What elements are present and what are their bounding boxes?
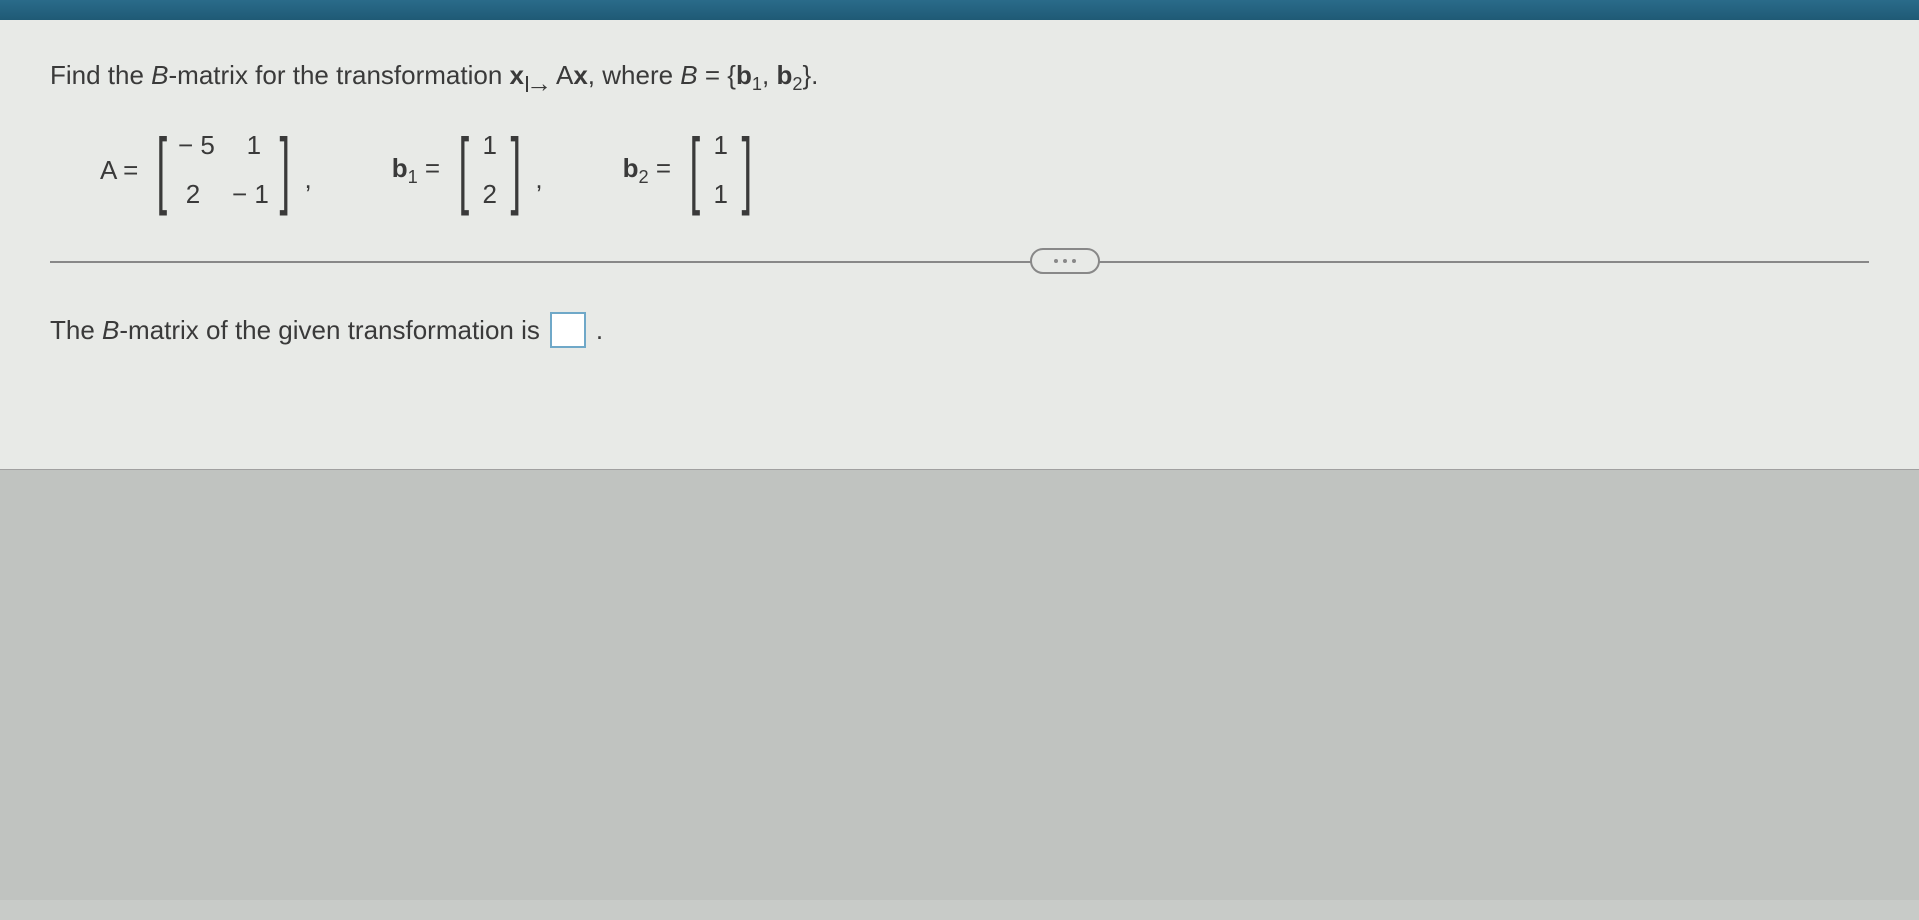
subscript: 2 xyxy=(792,74,802,94)
answer-prompt: The B-matrix of the given transformation… xyxy=(50,312,1869,348)
equals: = xyxy=(649,153,671,183)
text: = { xyxy=(698,60,736,90)
text: The xyxy=(50,315,102,345)
text: , where xyxy=(588,60,681,90)
question-prompt: Find the B-matrix for the transformation… xyxy=(50,60,1869,95)
vector-b: b xyxy=(736,60,752,90)
vector-content: 1 1 xyxy=(707,130,735,210)
vector-label: b1 = xyxy=(392,153,440,188)
vector-cell: 1 xyxy=(480,130,500,161)
separator: , xyxy=(304,164,311,210)
divider xyxy=(50,260,1869,262)
text: A xyxy=(556,60,573,90)
vector-cell: 1 xyxy=(711,130,731,161)
variable-B: B xyxy=(680,60,697,90)
matrix-A: A = [ − 5 1 2 − 1 ] , xyxy=(100,130,312,210)
answer-input[interactable] xyxy=(550,312,586,348)
separator: , xyxy=(535,164,542,210)
text: . xyxy=(596,315,603,346)
vector-cell: 2 xyxy=(480,179,500,210)
right-bracket-icon: ] xyxy=(510,134,521,206)
dot-icon xyxy=(1054,259,1058,263)
text: Find the xyxy=(50,60,151,90)
vector-label: b2 = xyxy=(623,153,671,188)
matrix-content: − 5 1 2 − 1 xyxy=(174,130,273,210)
text: -matrix for the transformation xyxy=(169,60,510,90)
matrix-label: A = xyxy=(100,155,138,186)
text: -matrix of the given transformation is xyxy=(119,315,540,345)
matrix-cell: − 5 xyxy=(178,130,215,161)
matrix-cell: 1 xyxy=(239,130,269,161)
left-bracket-icon: [ xyxy=(690,134,701,206)
window-title-bar xyxy=(0,0,1919,20)
vector-x: x xyxy=(510,60,524,90)
question-panel: Find the B-matrix for the transformation… xyxy=(0,20,1919,470)
math-definitions: A = [ − 5 1 2 − 1 ] , b1 = [ 1 xyxy=(100,130,1869,210)
vector-b: b xyxy=(776,60,792,90)
left-bracket-icon: [ xyxy=(157,134,168,206)
divider-line xyxy=(50,261,1869,263)
right-bracket-icon: ] xyxy=(741,134,752,206)
matrix-cell: 2 xyxy=(178,179,208,210)
dot-icon xyxy=(1072,259,1076,263)
text: The B-matrix of the given transformation… xyxy=(50,315,540,346)
vector-b: b xyxy=(392,153,408,183)
text: , xyxy=(762,60,776,90)
vector-b1: b1 = [ 1 2 ] , xyxy=(392,130,543,210)
text: }. xyxy=(802,60,818,90)
vector-b2: b2 = [ 1 1 ] xyxy=(623,130,759,210)
matrix-row: 2 − 1 xyxy=(178,179,269,210)
more-button[interactable] xyxy=(1030,248,1100,274)
subscript: 2 xyxy=(639,167,649,187)
matrix-cell: − 1 xyxy=(232,179,269,210)
vector-x: x xyxy=(573,60,587,90)
vector-cell: 1 xyxy=(711,179,731,210)
vector-content: 1 2 xyxy=(476,130,504,210)
equals: = xyxy=(418,153,440,183)
variable-B: B xyxy=(102,315,119,345)
matrix-row: − 5 1 xyxy=(178,130,269,161)
left-bracket-icon: [ xyxy=(459,134,470,206)
subscript: 1 xyxy=(408,167,418,187)
dot-icon xyxy=(1063,259,1067,263)
right-bracket-icon: ] xyxy=(279,134,290,206)
subscript: 1 xyxy=(752,74,762,94)
variable-B: B xyxy=(151,60,168,90)
vector-b: b xyxy=(623,153,639,183)
empty-area xyxy=(0,470,1919,900)
